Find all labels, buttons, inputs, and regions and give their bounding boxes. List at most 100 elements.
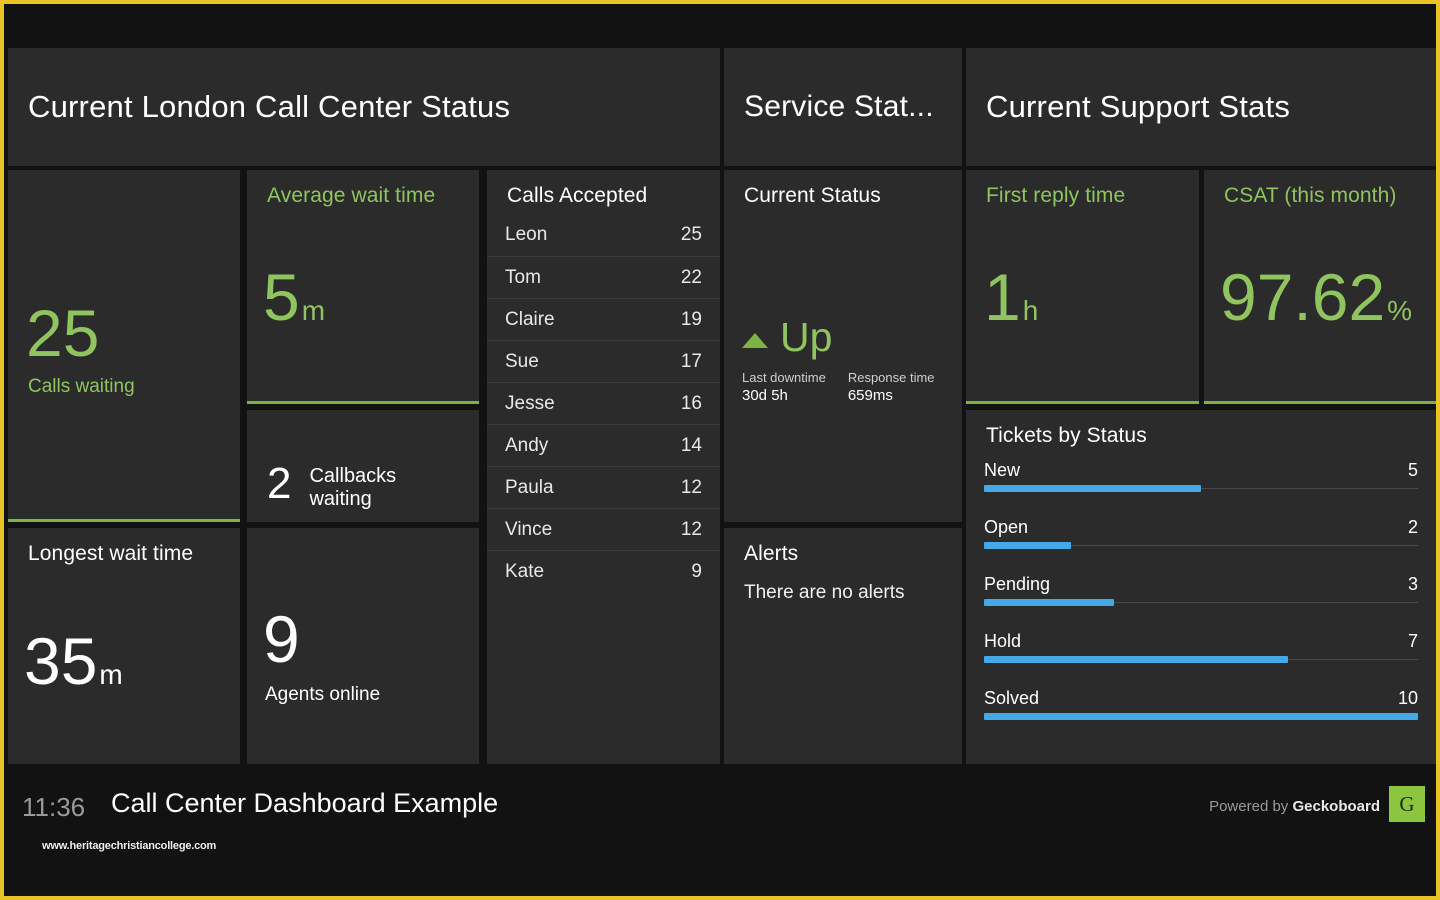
calls-accepted-row: Andy 14 — [487, 424, 720, 466]
calls-waiting-value: 25 — [26, 296, 100, 370]
current-status-indicator: Up — [742, 317, 832, 358]
calls-accepted-row: Jesse 16 — [487, 382, 720, 424]
tickets-bar-track — [984, 542, 1418, 549]
longest-wait-unit: m — [99, 659, 123, 690]
tickets-bar-value: 7 — [1407, 631, 1418, 651]
first-reply-number: 1 — [984, 260, 1021, 334]
tile-longest-wait-time: Longest wait time 35m — [8, 528, 240, 764]
last-downtime-metric: Last downtime 30d 5h — [742, 370, 826, 404]
calls-accepted-count: 25 — [680, 224, 702, 245]
average-wait-value: 5m — [263, 264, 325, 330]
tickets-bar-header: New 5 — [984, 460, 1418, 488]
tickets-bar-fill — [984, 485, 1201, 492]
first-reply-title: First reply time — [986, 184, 1126, 207]
calls-accepted-count: 12 — [680, 476, 702, 498]
tickets-bar-label: Solved — [984, 688, 1040, 708]
csat-accent-rule — [1204, 401, 1436, 404]
calls-accepted-agent-name: Paula — [505, 476, 554, 498]
tile-csat: CSAT (this month) 97.62% — [1204, 170, 1436, 404]
current-status-metrics: Last downtime 30d 5h Response time 659ms — [742, 370, 935, 404]
calls-accepted-agent-name: Tom — [505, 266, 541, 288]
response-time-label: Response time — [847, 370, 935, 385]
first-reply-unit: h — [1022, 295, 1039, 326]
tile-tickets-by-status: Tickets by Status New 5 Open 2 Pending 3 Hold 7… — [966, 410, 1436, 764]
longest-wait-number: 35 — [24, 624, 98, 698]
tickets-bar-value: 2 — [1407, 517, 1418, 537]
tickets-bar-label: Pending — [984, 574, 1051, 594]
response-time-metric: Response time 659ms — [848, 370, 935, 404]
current-status-state: Up — [780, 314, 833, 360]
tickets-bar-track — [984, 713, 1418, 720]
tickets-bar-value: 5 — [1407, 460, 1418, 480]
section-title-call-center: Current London Call Center Status — [28, 89, 511, 124]
footer-dashboard-name: Call Center Dashboard Example — [111, 788, 499, 818]
tile-calls-accepted: Calls Accepted Leon 25 Tom 22 Claire 19 Sue 17 J… — [487, 170, 720, 764]
tickets-bar-row: Solved 10 — [984, 688, 1418, 745]
longest-wait-value: 35m — [24, 628, 123, 694]
tickets-bar-row: Hold 7 — [984, 631, 1418, 688]
calls-accepted-row: Kate 9 — [487, 550, 720, 592]
tile-agents-online: 9 Agents online — [247, 528, 479, 764]
powered-by-prefix: Powered by — [1209, 798, 1293, 815]
tickets-bar-fill — [984, 656, 1288, 663]
tickets-bar-track — [984, 599, 1418, 606]
tickets-bar-row: Pending 3 — [984, 574, 1418, 631]
calls-accepted-agent-name: Sue — [505, 350, 539, 372]
alerts-title: Alerts — [744, 542, 799, 565]
section-header-call-center: Current London Call Center Status — [8, 48, 720, 166]
calls-accepted-row: Leon 25 — [487, 214, 720, 256]
tile-current-status: Current Status Up Last downtime 30d 5h R… — [724, 170, 962, 522]
csat-unit: % — [1387, 295, 1413, 326]
tile-callbacks-waiting: 2 Callbacks waiting — [247, 410, 479, 522]
calls-accepted-row: Sue 17 — [487, 340, 720, 382]
geckoboard-logo-letter: G — [1399, 791, 1415, 816]
powered-by-label: Powered by Geckoboard — [1209, 798, 1380, 815]
tickets-bar-row: New 5 — [984, 460, 1418, 517]
calls-accepted-row: Vince 12 — [487, 508, 720, 550]
average-wait-unit: m — [301, 295, 326, 326]
dashboard-footer: 11:36 Call Center Dashboard Example www.… — [4, 764, 1436, 896]
tile-calls-waiting: 25 Calls waiting — [8, 170, 240, 522]
watermark-url: www.heritagechristiancollege.com — [42, 840, 217, 852]
calls-accepted-row: Paula 12 — [487, 466, 720, 508]
tickets-bar-fill — [984, 542, 1071, 549]
calls-accepted-count: 9 — [691, 560, 702, 582]
section-header-support-stats: Current Support Stats — [966, 48, 1436, 166]
dashboard-stage: Current London Call Center Status Servic… — [4, 4, 1436, 896]
calls-accepted-count: 17 — [680, 350, 702, 372]
current-status-title: Current Status — [744, 184, 881, 207]
average-wait-title: Average wait time — [267, 184, 436, 207]
calls-accepted-agent-name: Andy — [505, 434, 549, 456]
triangle-up-icon — [742, 333, 768, 348]
tile-first-reply-time: First reply time 1h — [966, 170, 1199, 404]
tickets-bar-fill — [984, 713, 1418, 720]
tickets-bar-header: Hold 7 — [984, 631, 1418, 659]
csat-number: 97.62 — [1220, 260, 1386, 334]
last-downtime-value: 30d 5h — [742, 387, 788, 404]
average-wait-accent-rule — [247, 401, 479, 404]
calls-accepted-count: 16 — [680, 392, 702, 414]
calls-accepted-count: 14 — [680, 434, 702, 456]
callbacks-waiting-content: 2 Callbacks waiting — [267, 462, 429, 511]
tickets-bar-track — [984, 485, 1418, 492]
tickets-bar-fill — [984, 599, 1115, 606]
calls-accepted-count: 12 — [680, 518, 702, 540]
calls-accepted-count: 19 — [680, 308, 702, 330]
first-reply-value: 1h — [984, 264, 1038, 330]
tickets-by-status-title: Tickets by Status — [986, 424, 1147, 447]
alerts-message: There are no alerts — [744, 582, 905, 603]
section-title-support-stats: Current Support Stats — [986, 89, 1291, 124]
calls-accepted-agent-name: Leon — [505, 224, 548, 245]
calls-accepted-list: Leon 25 Tom 22 Claire 19 Sue 17 Jesse 16 Andy 14 Pau… — [487, 214, 720, 592]
dashboard-frame: Current London Call Center Status Servic… — [0, 0, 1440, 900]
calls-accepted-count: 22 — [680, 266, 702, 288]
tickets-bar-value: 3 — [1407, 574, 1418, 594]
csat-value: 97.62% — [1220, 264, 1412, 330]
csat-title: CSAT (this month) — [1224, 184, 1397, 207]
geckoboard-logo[interactable]: G — [1389, 786, 1425, 822]
section-header-service-status: Service Stat... — [724, 48, 962, 166]
tickets-bar-track — [984, 656, 1418, 663]
calls-accepted-agent-name: Claire — [505, 308, 555, 330]
calls-waiting-accent-rule — [8, 519, 240, 522]
calls-accepted-row: Tom 22 — [487, 256, 720, 298]
